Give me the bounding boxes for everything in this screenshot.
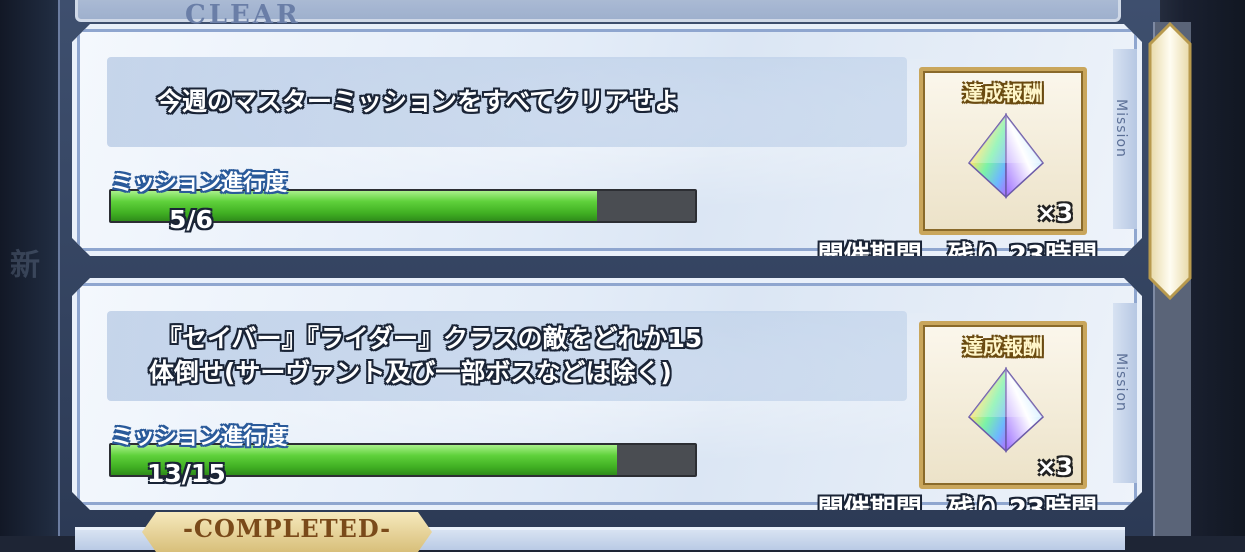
saint-quartz-icon: [961, 111, 1051, 201]
mission-description: 『セイバー』『ライダー』クラスの敵をどれか15 体倒せ(サーヴァント及び一部ボス…: [157, 311, 917, 401]
progress-count: 13/15: [147, 459, 226, 488]
background-left-text: 新: [10, 248, 42, 283]
reward-box[interactable]: 達成報酬 ×3: [919, 67, 1087, 235]
mission-card[interactable]: Mission 今週のマスターミッションをすべてクリアせよ ミッション進行度 5…: [72, 24, 1142, 256]
reward-title: 達成報酬: [963, 81, 1043, 105]
mission-side-label: Mission: [1113, 353, 1129, 412]
completed-banner: -COMPLETED-: [142, 512, 432, 552]
mission-description-box: 今週のマスターミッションをすべてクリアせよ: [107, 57, 907, 147]
progress-count: 5/6: [169, 205, 213, 234]
reward-quantity: ×3: [1036, 199, 1073, 227]
progress-label: ミッション進行度: [111, 425, 288, 450]
scrollbar-thumb[interactable]: [1146, 22, 1194, 300]
mission-description-box: 『セイバー』『ライダー』クラスの敵をどれか15 体倒せ(サーヴァント及び一部ボス…: [107, 311, 907, 401]
mission-description-line-2: 体倒せ(サーヴァント及び一部ボスなどは除く): [149, 358, 672, 387]
mission-card[interactable]: Mission 『セイバー』『ライダー』クラスの敵をどれか15 体倒せ(サーヴァ…: [72, 278, 1142, 510]
mission-side-label: Mission: [1113, 99, 1129, 158]
mission-description: 今週のマスターミッションをすべてクリアせよ: [157, 87, 680, 116]
progress-label: ミッション進行度: [111, 171, 288, 196]
reward-quantity: ×3: [1036, 453, 1073, 481]
saint-quartz-icon: [961, 365, 1051, 455]
completed-text: -COMPLETED-: [182, 514, 392, 543]
reward-box[interactable]: 達成報酬 ×3: [919, 321, 1087, 489]
mission-description-line-1: 『セイバー』『ライダー』クラスの敵をどれか15: [157, 324, 703, 353]
reward-title: 達成報酬: [963, 335, 1043, 359]
